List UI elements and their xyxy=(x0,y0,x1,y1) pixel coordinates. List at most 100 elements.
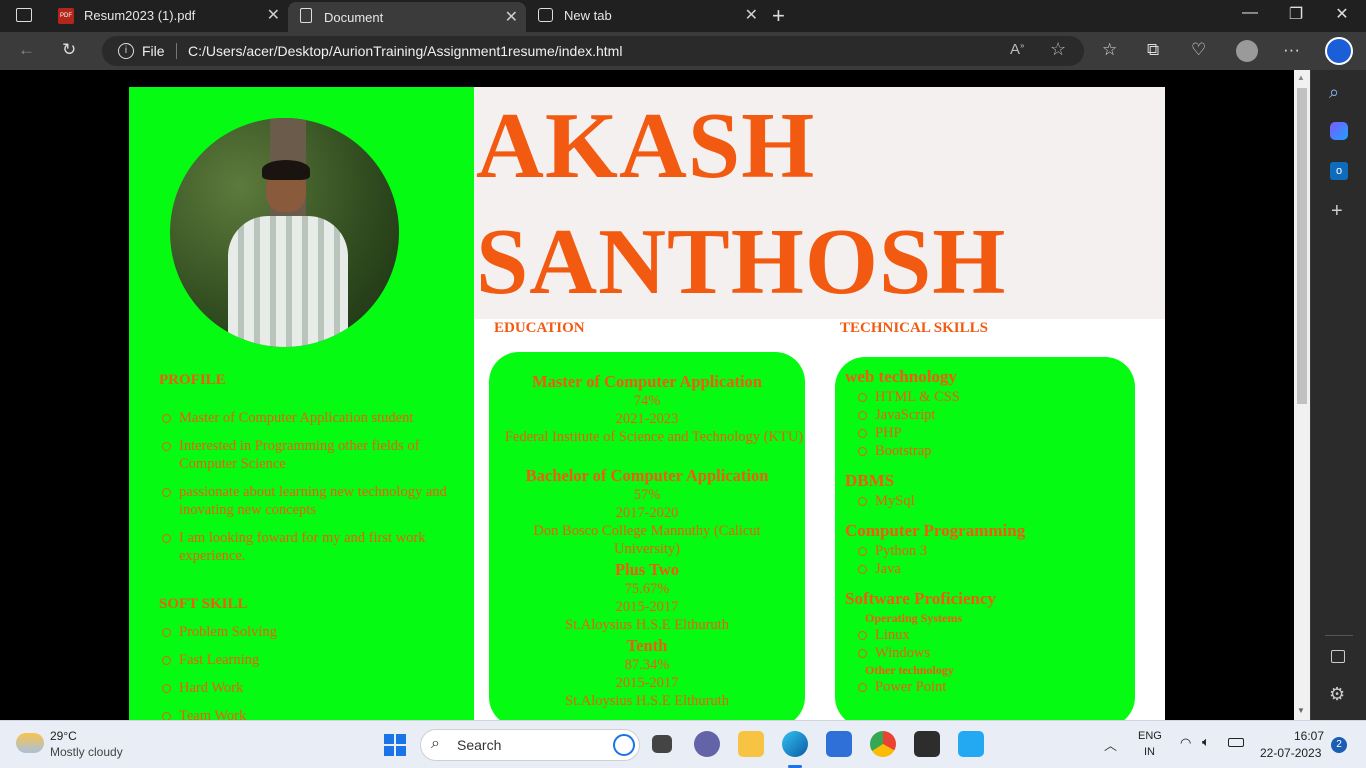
edu-institution: Don Bosco College Mannuthy (Calicut Univ… xyxy=(533,523,761,557)
settings-icon[interactable]: ⚙ xyxy=(1329,684,1345,705)
programming-list: Python 3 Java xyxy=(855,542,927,578)
language-1[interactable]: ENG xyxy=(1138,730,1162,742)
edu-title: Master of Computer Application xyxy=(532,372,762,391)
divider xyxy=(176,43,177,59)
tab-resume-pdf[interactable]: PDF Resum2023 (1).pdf ✕ xyxy=(48,0,288,32)
favorites-icon[interactable]: ☆ xyxy=(1102,40,1117,60)
name-header: AKASH SANTHOSH xyxy=(474,87,1165,319)
collections-icon[interactable]: ⧉ xyxy=(1147,40,1159,60)
weather-icon[interactable] xyxy=(16,733,44,753)
search-placeholder: Search xyxy=(457,737,502,753)
url-text[interactable]: C:/Users/acer/Desktop/AurionTraining/Ass… xyxy=(188,43,622,59)
list-item: Linux xyxy=(855,626,930,644)
notification-badge[interactable]: 2 xyxy=(1331,737,1347,753)
os-list: Linux Windows xyxy=(855,626,930,662)
edu-institution: Federal Institute of Science and Technol… xyxy=(504,429,804,445)
person-shirt xyxy=(228,216,348,347)
store-icon[interactable] xyxy=(826,731,852,757)
edge-icon[interactable] xyxy=(782,731,808,757)
minimize-button[interactable]: — xyxy=(1230,4,1270,22)
soft-skill-list: Problem Solving Fast Learning Hard Work … xyxy=(159,623,459,720)
volume-icon[interactable]: 🔈︎ xyxy=(1202,734,1210,750)
close-icon[interactable]: ✕ xyxy=(505,7,518,27)
close-icon[interactable]: ✕ xyxy=(745,5,758,25)
weather-temp[interactable]: 29°C xyxy=(50,729,77,743)
task-view-icon[interactable] xyxy=(652,735,672,753)
technical-skills-heading: TECHNICAL SKILLS xyxy=(840,320,988,336)
resume-left-column: PROFILE Master of Computer Application s… xyxy=(129,87,474,720)
performance-icon[interactable]: ♡ xyxy=(1191,40,1206,60)
dbms-heading: DBMS xyxy=(845,471,895,490)
search-icon: ⌕ xyxy=(431,735,440,752)
hide-sidebar-icon[interactable] xyxy=(1331,650,1345,663)
search-icon[interactable]: ⌕ xyxy=(1329,82,1339,103)
outlook-icon[interactable]: o xyxy=(1330,162,1348,180)
other-tech-heading: Other technology xyxy=(865,663,954,677)
battery-icon[interactable] xyxy=(1228,738,1244,747)
list-item: Power Point xyxy=(855,678,946,696)
person-hair xyxy=(262,160,310,180)
resume-container: PROFILE Master of Computer Application s… xyxy=(129,87,1165,720)
chrome-icon[interactable] xyxy=(870,731,896,757)
language-2[interactable]: IN xyxy=(1144,746,1155,758)
back-icon[interactable]: ← xyxy=(18,40,35,60)
close-icon[interactable]: ✕ xyxy=(267,5,280,25)
address-bar[interactable]: i File C:/Users/acer/Desktop/AurionTrain… xyxy=(102,36,1084,66)
web-technology-list: HTML & CSS JavaScript PHP Bootstrap xyxy=(855,388,960,460)
scroll-down-arrow[interactable]: ▼ xyxy=(1297,706,1305,715)
list-item: Python 3 xyxy=(855,542,927,560)
list-item: Interested in Programming other fields o… xyxy=(159,437,459,473)
profile-avatar[interactable] xyxy=(1236,40,1258,62)
tab-new-tab[interactable]: New tab ✕ xyxy=(528,0,766,32)
technical-skills-box: web technology HTML & CSS JavaScript PHP… xyxy=(835,357,1135,720)
edu-years: 2021-2023 xyxy=(615,411,679,427)
web-technology-heading: web technology xyxy=(845,367,957,386)
chevron-up-icon[interactable]: ︿ xyxy=(1104,735,1117,754)
start-button[interactable] xyxy=(384,734,406,756)
edu-title: Plus Two xyxy=(614,560,680,579)
wifi-icon[interactable]: ◠ xyxy=(1180,735,1191,751)
scroll-thumb[interactable] xyxy=(1297,88,1307,404)
edu-years: 2015-2017 xyxy=(615,599,679,615)
bing-copilot-icon[interactable] xyxy=(1325,37,1353,65)
info-icon[interactable]: i xyxy=(118,43,134,59)
restore-button[interactable]: ❐ xyxy=(1276,4,1316,24)
edu-score: 57% xyxy=(633,487,661,503)
soft-skill-heading: SOFT SKILL xyxy=(159,596,248,612)
more-menu-icon[interactable]: ··· xyxy=(1283,40,1300,60)
vscode-icon[interactable] xyxy=(958,731,984,757)
edu-institution: St.Aloysius H.S.E Elthuruth xyxy=(565,693,729,709)
copilot-icon[interactable] xyxy=(1330,122,1348,140)
first-name: AKASH xyxy=(476,94,816,198)
teams-icon[interactable] xyxy=(694,731,720,757)
list-item: MySql xyxy=(855,492,915,510)
weather-desc[interactable]: Mostly cloudy xyxy=(50,745,123,759)
new-tab-icon xyxy=(538,8,553,22)
profile-heading: PROFILE xyxy=(159,372,226,388)
scroll-up-arrow[interactable]: ▲ xyxy=(1297,73,1305,82)
other-tech-list: Power Point xyxy=(855,678,946,696)
new-tab-button[interactable]: + xyxy=(772,3,785,29)
list-item: Fast Learning xyxy=(159,651,459,669)
address-toolbar: ← ↻ i File C:/Users/acer/Desktop/AurionT… xyxy=(0,32,1366,70)
tab-actions-icon[interactable] xyxy=(16,8,32,22)
clock-date[interactable]: 22-07-2023 xyxy=(1260,746,1321,760)
edu-years: 2017-2020 xyxy=(615,505,679,521)
refresh-icon[interactable]: ↻ xyxy=(62,40,76,60)
page-scrollbar[interactable]: ▲ ▼ xyxy=(1294,70,1310,720)
list-item: JavaScript xyxy=(855,406,960,424)
page-icon xyxy=(300,8,312,23)
favorite-star-icon[interactable]: ☆ xyxy=(1050,39,1066,60)
close-window-button[interactable]: ✕ xyxy=(1322,4,1362,24)
last-name: SANTHOSH xyxy=(476,210,1007,314)
terminal-icon[interactable] xyxy=(914,731,940,757)
read-aloud-icon[interactable]: A» xyxy=(1010,41,1024,58)
list-item: HTML & CSS xyxy=(855,388,960,406)
tab-document[interactable]: Document ✕ xyxy=(288,2,526,32)
profile-photo xyxy=(170,118,399,347)
list-item: I am looking foward for my and first wor… xyxy=(159,529,459,565)
taskbar-search[interactable]: ⌕ Search xyxy=(420,729,640,761)
clock-time[interactable]: 16:07 xyxy=(1294,729,1324,743)
file-explorer-icon[interactable] xyxy=(738,731,764,757)
add-icon[interactable]: + xyxy=(1331,200,1343,223)
